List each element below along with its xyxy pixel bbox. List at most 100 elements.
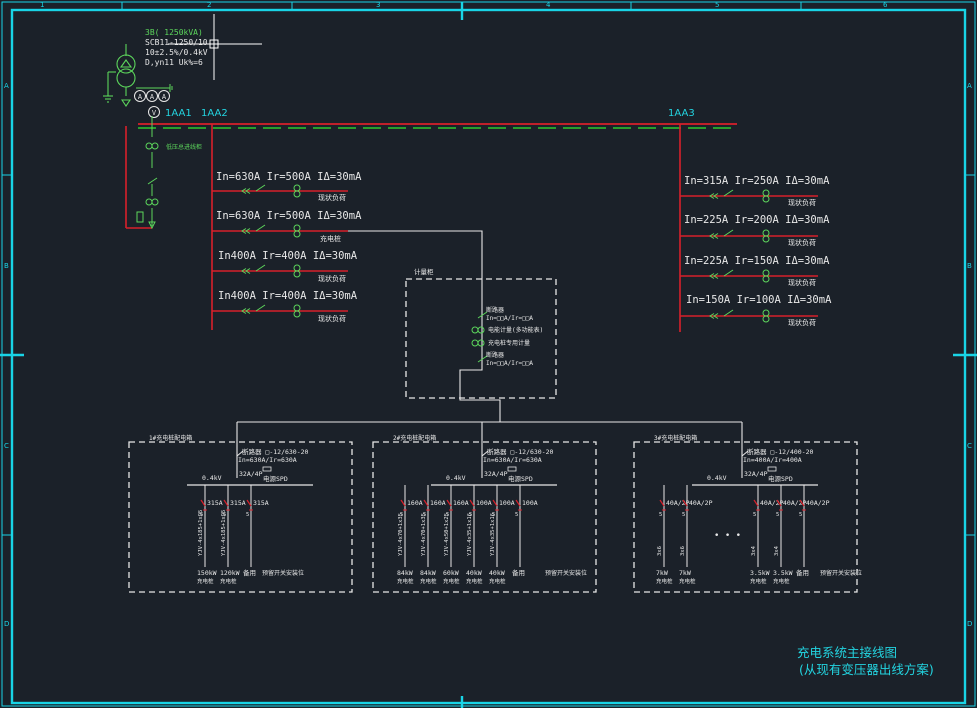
drawing-title: 充电系统主接线图: [797, 645, 897, 660]
outgoing-circuit: 315A5YJV-4x185+1x95150kW充电桩: [197, 485, 223, 585]
box-main: 32A/4P: [484, 470, 508, 478]
circuit-cable: YJV-4x50+1x25: [444, 513, 450, 556]
circuit-cable: YJV-4x70+1x35: [421, 513, 427, 556]
charging-box: 1#充电桩配电箱断路器 □-12/630-20In=630A/Ir=630A 32…: [128, 434, 353, 593]
circuit-power: 7kW: [656, 569, 668, 577]
charging-boxes: 1#充电桩配电箱断路器 □-12/630-20In=630A/Ir=630A32…: [128, 434, 862, 593]
metering-setting-1: In=□□A/Ir=□□A: [486, 315, 533, 322]
drawing-subtitle: (从现有变压器出线方案): [799, 662, 934, 677]
single-line-diagram: 1 2 3 4 5 6 A B C D A B C D 3B( 1250kVA)…: [0, 1, 977, 708]
circuit-pole: 5: [753, 512, 756, 518]
panel-label-1aa1: 1AA1: [165, 108, 192, 119]
feeder-load: 现状负荷: [318, 314, 346, 323]
transformer-ratio: 10±2.5%/0.4kV: [145, 48, 208, 57]
circuit-rating: 40A/2P: [806, 499, 830, 507]
feeder-load: 现状负荷: [788, 318, 816, 327]
breaker-icon: [400, 499, 406, 507]
circuit-desc: 充电桩: [220, 577, 237, 585]
circuit-desc: 充电桩: [489, 577, 506, 585]
row-letter-a: A: [4, 82, 9, 90]
circuit-power: 备用: [512, 568, 525, 577]
circuit-rating: 40A/2P: [666, 499, 690, 507]
circuit-cable: 3x6: [657, 546, 663, 556]
breaker-icon: [200, 499, 206, 507]
feeder-rating: In=225A Ir=150A IΔ=30mA: [684, 255, 830, 267]
breaker-icon: [223, 499, 229, 507]
metering-ct: 充电桩专用计量: [488, 339, 530, 347]
metering-setting-2: In=□□A/Ir=□□A: [486, 360, 533, 367]
circuit-pole: 5: [246, 512, 249, 518]
transformer-symbol: [103, 44, 136, 107]
feeder-row: In=630A Ir=500A IΔ=30mA 充电桩: [212, 210, 362, 243]
outgoing-circuit: 315A5 YJV-4x185+1x95 120kW充电桩: [220, 485, 246, 585]
transformer-vector: D,yn11 Uk%=6: [145, 58, 203, 67]
feeder-rating: In=630A Ir=500A IΔ=30mA: [216, 210, 362, 222]
box-voltage: 0.4kV: [446, 474, 466, 482]
col-number-2: 2: [207, 1, 211, 9]
outgoing-circuit: 315A 5 备用: [243, 485, 269, 577]
circuit-cable: 3x4: [774, 545, 780, 556]
feeder-row: In=225A Ir=150A IΔ=30mA 现状负荷: [680, 255, 830, 287]
breaker-icon: [753, 499, 759, 507]
metering-cabinet: 计量柜 断路器 In=□□A/Ir=□□A 电能计量(多功能表) 充电桩专用计量…: [405, 267, 557, 399]
breaker-icon: [423, 499, 429, 507]
box-breaker: 断路器 □-12/400-20: [747, 447, 814, 456]
transformer-model: SCB11-1250/10: [145, 38, 208, 47]
ammeter-a1: A: [138, 93, 143, 101]
feeder-load: 现状负荷: [788, 278, 816, 287]
col-number-4: 4: [546, 1, 551, 9]
incoming-feeder: 低压总进线柜: [125, 116, 202, 230]
feeder-rating: In=225A Ir=200A IΔ=30mA: [684, 214, 830, 226]
circuit-pole: 5: [682, 512, 685, 518]
circuit-power: 150kW: [197, 569, 217, 577]
feeder-load: 现状负荷: [788, 198, 816, 207]
box-spd: 电源SPD: [263, 474, 288, 483]
circuit-desc: 充电桩: [656, 577, 673, 585]
charging-box: 2#充电桩配电箱断路器 □-12/630-20In=630A/Ir=630A 32…: [372, 434, 597, 593]
circuit-power: 40kW: [466, 569, 482, 577]
box-spd: 电源SPD: [508, 474, 533, 483]
outgoing-circuit: 100A 5 备用: [512, 485, 538, 577]
box-voltage: 0.4kV: [202, 474, 222, 482]
row-letter-d-right: D: [967, 620, 972, 628]
circuit-desc: 充电桩: [773, 577, 790, 585]
outgoing-circuit: 160A5YJV-4x70+1x3584kW充电桩: [420, 485, 446, 585]
box-main: 32A/4P: [744, 470, 768, 478]
feeder-rating: In400A Ir=400A IΔ=30mA: [218, 250, 358, 262]
col-number-1: 1: [40, 1, 44, 9]
circuit-pole: 5: [659, 512, 662, 518]
row-letter-c: C: [4, 442, 9, 450]
transformer-rating: 3B( 1250kVA): [145, 28, 203, 37]
box-reserve-label: 预留开关安装位: [820, 569, 862, 577]
circuit-power: 3.5kW: [773, 569, 793, 577]
circuit-desc: 充电桩: [679, 577, 696, 585]
circuit-power: 备用: [243, 568, 256, 577]
outgoing-circuit: 160A5YJV-4x50+1x2560kW充电桩: [443, 485, 469, 585]
breaker-icon: [446, 499, 452, 507]
circuit-rating: 40A/2P: [689, 499, 713, 507]
metering-breaker-1: 断路器: [486, 306, 504, 314]
circuit-cable: YJV-4x185+1x95: [198, 510, 204, 556]
circuit-power: 备用: [796, 568, 809, 577]
spd-icon: [507, 466, 517, 472]
circuit-rating: 100A: [499, 499, 515, 507]
crosshair-cursor: [168, 14, 262, 80]
panel-label-1aa2: 1AA2: [201, 108, 228, 119]
circuit-power: 7kW: [679, 569, 691, 577]
col-number-5: 5: [715, 1, 719, 9]
row-letter-a-right: A: [967, 82, 972, 90]
feeder-rating: In400A Ir=400A IΔ=30mA: [218, 290, 358, 302]
breaker-icon: [492, 499, 498, 507]
circuit-cable: YJV-4x35+1x16: [467, 513, 473, 556]
charging-box: 3#充电桩配电箱断路器 □-12/400-20In=400A/Ir=400A 32…: [633, 434, 862, 593]
col-number-6: 6: [883, 1, 888, 9]
main-busbar: [138, 123, 737, 129]
panel-label-1aa3: 1AA3: [668, 108, 695, 119]
box-voltage: 0.4kV: [707, 474, 727, 482]
box-breaker: 断路器 □-12/630-20: [242, 447, 309, 456]
circuit-desc: 充电桩: [443, 577, 460, 585]
circuit-rating: 160A: [453, 499, 469, 507]
outgoing-circuit: 160A5YJV-4x70+1x3584kW充电桩: [397, 485, 423, 585]
col-number-3: 3: [376, 1, 380, 9]
circuit-cable: YJV-4x185+1x95: [221, 510, 227, 556]
